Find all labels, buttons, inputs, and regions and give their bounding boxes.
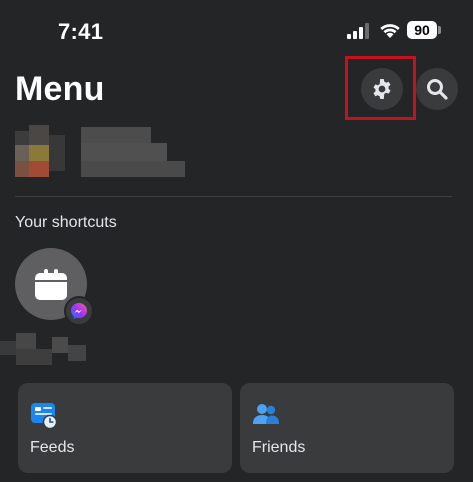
feeds-label: Feeds	[30, 439, 75, 456]
settings-highlight-box	[345, 56, 416, 120]
friends-card[interactable]: Friends	[240, 383, 454, 473]
profile-row-blurred[interactable]	[15, 125, 195, 181]
battery-indicator: 90	[407, 21, 437, 39]
divider	[15, 196, 452, 197]
status-time: 7:41	[58, 19, 104, 44]
status-bar: 7:41 90	[0, 0, 473, 60]
feeds-icon	[31, 403, 58, 429]
menu-screen: 7:41 90 Menu Your shortcuts Feeds Friend…	[0, 0, 473, 482]
page-title: Menu	[15, 70, 105, 108]
shortcut-label-blurred	[0, 333, 86, 365]
search-button[interactable]	[416, 68, 458, 110]
calendar-icon	[35, 269, 67, 300]
wifi-icon	[380, 24, 400, 38]
battery-tip	[438, 26, 441, 34]
friends-label: Friends	[252, 439, 306, 456]
messenger-badge	[64, 296, 94, 326]
friends-icon	[253, 404, 279, 424]
shortcut-item[interactable]	[15, 248, 94, 326]
messenger-icon	[71, 303, 87, 319]
shortcuts-section-label: Your shortcuts	[15, 214, 117, 231]
cellular-signal-icon	[347, 23, 369, 39]
feeds-card[interactable]: Feeds	[18, 383, 232, 473]
search-icon	[427, 79, 448, 100]
